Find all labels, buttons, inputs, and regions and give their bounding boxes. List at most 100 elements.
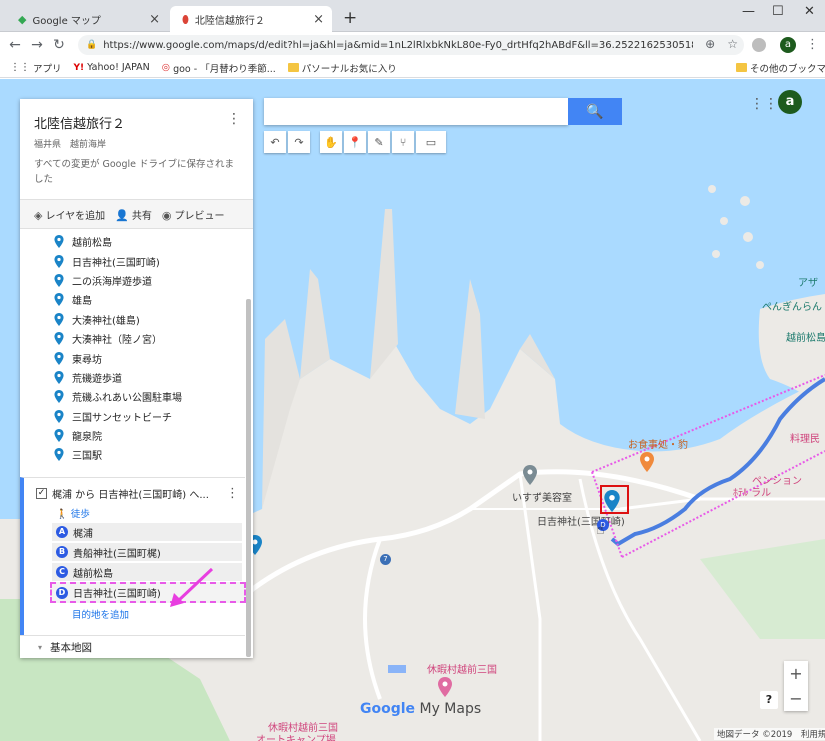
hand-tool-icon[interactable]: ✋ [320, 131, 342, 153]
back-icon[interactable]: ← [4, 37, 26, 53]
place-list-item[interactable]: 大湊神社(雄島) [20, 310, 245, 329]
add-layer-button[interactable]: ◈ レイヤを追加 [34, 207, 105, 222]
base-map-layer[interactable]: ▾ 基本地図 [20, 635, 245, 658]
place-list-item[interactable]: 越前松島 [20, 232, 245, 251]
place-name: 東尋坊 [72, 354, 102, 366]
eye-icon: ◉ [161, 208, 172, 222]
share-button[interactable]: 👤 共有 [115, 207, 152, 222]
place-marker-icon [54, 429, 64, 443]
yahoo-icon: Y! [73, 62, 85, 73]
chrome-menu-icon[interactable]: ⋮ [806, 37, 819, 52]
close-tab-icon[interactable]: × [149, 12, 160, 27]
place-marker-icon [54, 351, 64, 365]
place-marker-icon [54, 254, 64, 268]
place-list: 越前松島 日吉神社(三国町崎) 二の浜海岸遊歩道雄島大湊神社(雄島) 大湊神社（陸ノ宮… [20, 232, 245, 465]
place-list-item[interactable]: 荒磯遊歩道 [20, 368, 245, 387]
place-marker-icon [54, 409, 64, 423]
place-list-item[interactable]: 三国駅 [20, 445, 245, 464]
close-window-icon[interactable]: ✕ [804, 4, 815, 19]
place-name: 龍泉院 [72, 432, 102, 444]
bookmark-folder-other[interactable]: その他のブックマーク [736, 61, 825, 75]
omnibox[interactable]: 🔒 https://www.google.com/maps/d/edit?hl=… [78, 35, 744, 55]
close-tab-icon[interactable]: × [313, 12, 324, 27]
redo-icon[interactable]: ↷ [288, 131, 310, 153]
zoom-out-button[interactable]: − [784, 686, 808, 711]
zoom-icon[interactable]: ⊕ [705, 37, 715, 51]
travel-mode[interactable]: 🚶 徒歩 [56, 506, 90, 520]
zoom-in-button[interactable]: + [784, 661, 808, 686]
route-options-icon[interactable]: ⋮ [226, 486, 239, 501]
place-name: 三国サンセットビーチ [72, 412, 172, 424]
minimize-icon[interactable]: — [742, 4, 755, 19]
waypoint-b[interactable]: B 貴船神社(三国町梶) [52, 543, 242, 561]
map-attribution[interactable]: 地図データ ©2019 利用規約 [714, 728, 825, 740]
tab-google-maps[interactable]: ◆ Google マップ × [6, 6, 168, 32]
map-label-ryori[interactable]: 料理民 [790, 430, 820, 445]
map-label-matsushima[interactable]: 越前松島 [786, 329, 825, 344]
place-list-item[interactable]: 大湊神社（陸ノ宮） [20, 329, 245, 348]
place-name: 雄島 [72, 296, 92, 308]
add-destination-link[interactable]: 目的地を追加 [72, 607, 129, 621]
place-list-item[interactable]: 二の浜海岸遊歩道 [20, 271, 245, 290]
bookmark-folder-personal[interactable]: パソーナルお気に入り [287, 61, 397, 75]
zoom-control: + − [784, 661, 808, 711]
bookmark-star-icon[interactable]: ☆ [727, 37, 738, 51]
map-label-restaurant[interactable]: お食事処・豹 [628, 436, 688, 451]
map-label-camp-2[interactable]: オートキャンプ場 [256, 731, 336, 741]
place-list-item[interactable]: 龍泉院 [20, 426, 245, 445]
map-label-salon[interactable]: いすず美容室 [512, 489, 572, 504]
map-label-hotel[interactable]: ﾎﾃﾙ ラル [733, 484, 771, 499]
place-list-item[interactable]: 東尋坊 [20, 348, 245, 367]
add-marker-icon[interactable]: 📍 [344, 131, 366, 153]
place-name: 三国駅 [72, 451, 102, 463]
place-list-item[interactable]: 日吉神社(三国町崎) [20, 251, 245, 270]
preview-button[interactable]: ◉ プレビュー [162, 207, 225, 222]
waypoint-d[interactable]: D 日吉神社(三国町崎) [50, 582, 246, 603]
tab-my-maps[interactable]: ⬮ 北陸信越旅行２ × [170, 6, 332, 33]
map-search-input[interactable] [264, 98, 568, 125]
place-marker-icon [54, 332, 64, 346]
map-label-kyukamura[interactable]: 休暇村越前三国 [427, 661, 497, 676]
undo-icon[interactable]: ↶ [264, 131, 286, 153]
route-header[interactable]: ✓ 梶浦 から 日吉神社(三国町崎) へ... [36, 486, 209, 501]
bookmarks-bar: ⋮⋮ アプリ Y! Yahoo! JAPAN ◎ goo - 「月替わり季節..… [0, 58, 825, 78]
chevron-down-icon[interactable]: ▾ [38, 643, 42, 652]
bookmark-goo[interactable]: ◎ goo - 「月替わり季節... [162, 61, 276, 75]
panel-scrollbar[interactable] [246, 299, 251, 657]
salon-pin-icon[interactable] [523, 465, 537, 485]
save-status: すべての変更が Google ドライブに保存されました [34, 159, 234, 185]
place-list-item[interactable]: 三国サンセットビーチ [20, 407, 245, 426]
new-tab-icon[interactable]: + [343, 8, 357, 28]
profile-avatar[interactable]: a [780, 37, 796, 53]
place-marker-icon [54, 312, 64, 326]
ruler-icon[interactable]: ▭ [416, 131, 446, 153]
map-label-hiyoshi[interactable]: 日吉神社(三国町崎) [537, 513, 625, 528]
waypoint-a[interactable]: A 梶浦 [52, 523, 242, 541]
place-marker-icon [54, 293, 64, 307]
forward-icon[interactable]: → [26, 37, 48, 53]
place-list-item[interactable]: 荒磯ふれあい公園駐車場 [20, 387, 245, 406]
map-options-icon[interactable]: ⋮ [227, 111, 241, 127]
account-avatar[interactable]: a [778, 90, 802, 114]
route-checkbox[interactable]: ✓ [36, 488, 47, 499]
bookmark-apps[interactable]: ⋮⋮ アプリ [10, 61, 62, 75]
map-label-penguin[interactable]: ぺんぎんらん [762, 298, 822, 313]
place-list-item[interactable]: 雄島 [20, 290, 245, 309]
extension-icon[interactable] [752, 38, 766, 52]
place-name: 大湊神社(雄島) [72, 315, 140, 327]
restaurant-pin-icon[interactable] [640, 452, 654, 472]
directions-icon[interactable]: ⑂ [392, 131, 414, 153]
mymaps-favicon-icon: ⬮ [182, 12, 189, 26]
apps-grid-icon: ⋮⋮ [10, 62, 30, 73]
reload-icon[interactable]: ↻ [48, 37, 70, 53]
map-title[interactable]: 北陸信越旅行２ [34, 113, 125, 132]
url-text: https://www.google.com/maps/d/edit?hl=ja… [103, 39, 693, 51]
bookmark-yahoo[interactable]: Y! Yahoo! JAPAN [74, 62, 150, 73]
lodging-pin-icon[interactable] [438, 677, 452, 697]
draw-line-icon[interactable]: ✎ [368, 131, 390, 153]
map-label-aza[interactable]: アザ [798, 274, 818, 289]
help-button[interactable]: ? [760, 691, 778, 709]
map-toolbar: ↶ ↷ ✋ 📍 ✎ ⑂ ▭ [264, 131, 446, 153]
search-button[interactable]: 🔍 [568, 98, 622, 125]
maximize-icon[interactable]: ☐ [772, 4, 784, 19]
